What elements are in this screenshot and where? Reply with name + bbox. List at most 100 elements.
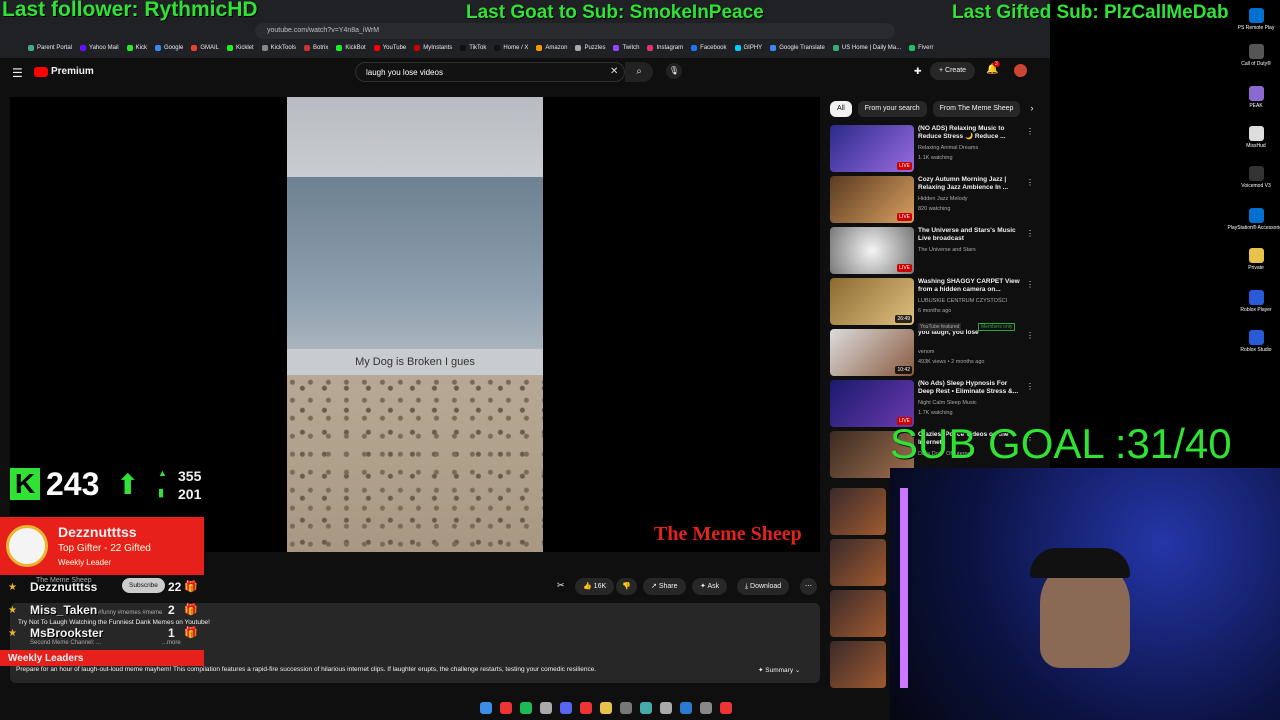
bookmark[interactable]: Puzzles [575, 45, 605, 51]
rec-thumbnail[interactable] [830, 539, 886, 586]
taskbar-app-icon[interactable] [660, 702, 672, 714]
create-button[interactable]: + Create [930, 62, 976, 80]
rec-title[interactable]: Washing SHAGGY CARPET View from a hidden… [918, 278, 1024, 294]
desktop-icon-label: Roblox Player [1240, 307, 1272, 313]
bookmark[interactable]: Parent Portal [28, 45, 72, 51]
recommendation-item[interactable]: (NO ADS) Relaxing Music to Reduce Stress… [830, 125, 1034, 173]
desktop-icon[interactable]: Private [1226, 248, 1280, 271]
recommendation-item[interactable]: Cozy Autumn Morning Jazz | Relaxing Jazz… [830, 176, 1034, 224]
rec-title[interactable]: (NO ADS) Relaxing Music to Reduce Stress… [918, 125, 1024, 141]
desktop-icon[interactable]: PEAK [1226, 86, 1280, 109]
desktop-icon[interactable]: PS Remote Play [1226, 8, 1280, 31]
bookmark[interactable]: Google [154, 45, 183, 51]
chip-all[interactable]: All [830, 101, 852, 117]
bookmark[interactable]: MyInstants [414, 45, 452, 51]
taskbar-app-icon[interactable] [480, 702, 492, 714]
taskbar-app-icon[interactable] [640, 702, 652, 714]
rec-menu-icon[interactable]: ⋮ [1026, 331, 1034, 340]
rec-channel[interactable]: venom [918, 349, 935, 355]
bookmark[interactable]: KickTools [261, 45, 296, 51]
leader-count: 2 [168, 603, 175, 617]
search-input[interactable]: laugh you lose videos [355, 62, 625, 82]
bookmark[interactable]: Home / X [494, 45, 528, 51]
leader-count: 22 [168, 580, 182, 594]
summary-button[interactable]: ✦ Summary ⌄ [758, 666, 800, 674]
rec-title[interactable]: (No Ads) Sleep Hypnosis For Deep Rest • … [918, 380, 1024, 396]
desktop-icon[interactable]: Roblox Studio [1226, 330, 1280, 353]
taskbar-app-icon[interactable] [700, 702, 712, 714]
more-actions-button[interactable]: ⋯ [800, 578, 817, 595]
chevron-right-icon[interactable]: › [1026, 101, 1037, 117]
bookmark[interactable]: GMAIL [191, 45, 219, 51]
rec-menu-icon[interactable]: ⋮ [1026, 229, 1034, 238]
rec-title[interactable]: The Universe and Stars's Music Live broa… [918, 227, 1024, 243]
taskbar-app-icon[interactable] [580, 702, 592, 714]
bookmark[interactable]: Yahoo Mail [80, 45, 119, 51]
recommendation-item[interactable]: Washing SHAGGY CARPET View from a hidden… [830, 278, 1034, 326]
taskbar-app-icon[interactable] [620, 702, 632, 714]
rec-menu-icon[interactable]: ⋮ [1026, 178, 1034, 187]
bookmark[interactable]: Google Translate [770, 45, 825, 51]
mic-icon[interactable]: 🎙 [666, 63, 682, 79]
avatar[interactable] [1014, 64, 1027, 77]
chip-from-search[interactable]: From your search [857, 101, 927, 117]
address-bar[interactable]: youtube.com/watch?v=Y4n8a_iWrM [255, 23, 895, 39]
taskbar-app-icon[interactable] [720, 702, 732, 714]
kick-logo-icon: K [10, 468, 40, 500]
taskbar-app-icon[interactable] [560, 702, 572, 714]
bookmark[interactable]: TikTok [460, 45, 486, 51]
menu-icon[interactable]: ☰ [12, 66, 23, 80]
chip-from-channel[interactable]: From The Meme Sheep [932, 101, 1021, 117]
desktop-icon[interactable]: Roblox Player [1226, 290, 1280, 313]
bookmark[interactable]: US Home | Daily Ma... [832, 45, 901, 51]
rec-thumbnail[interactable] [830, 488, 886, 535]
search-icon[interactable]: ⌕ [625, 62, 653, 82]
bookmark[interactable]: Botrix [304, 45, 328, 51]
rec-channel[interactable]: Night Calm Sleep Music [918, 400, 977, 406]
desktop-icon[interactable]: Voicemod V3 [1226, 166, 1280, 189]
dislike-button[interactable]: 👎 [616, 578, 637, 595]
rec-channel[interactable]: Hidden Jazz Melody [918, 196, 968, 202]
rec-menu-icon[interactable]: ⋮ [1026, 280, 1034, 289]
desktop-icon[interactable]: Call of Duty® [1226, 44, 1280, 67]
bookmark[interactable]: Fiverr [909, 45, 933, 51]
youtube-logo[interactable]: Premium [34, 66, 94, 77]
rec-channel[interactable]: The Universe and Stars [918, 247, 976, 253]
recommendation-item[interactable]: you laugh, you lose venom 493K views • 2… [830, 329, 1034, 377]
ask-button[interactable]: ✦ Ask [692, 578, 728, 595]
bookmark[interactable]: GIPHY [734, 45, 762, 51]
bookmark[interactable]: YouTube [373, 45, 406, 51]
share-button[interactable]: ↗ Share [643, 578, 686, 595]
video-frame[interactable]: My Dog is Broken I gues [287, 97, 543, 552]
rec-title[interactable]: Cozy Autumn Morning Jazz | Relaxing Jazz… [918, 176, 1024, 192]
bookmark[interactable]: Kicklet [226, 45, 254, 51]
rec-menu-icon[interactable]: ⋮ [1026, 382, 1034, 391]
bookmark[interactable]: Twitch [613, 45, 639, 51]
taskbar-app-icon[interactable] [500, 702, 512, 714]
download-button[interactable]: ⤓ Download [737, 578, 790, 595]
desktop-icon[interactable]: MissHud [1226, 126, 1280, 149]
thanks-icon[interactable]: ✂ [557, 580, 565, 591]
desktop-icon[interactable]: PlayStation® Accessories [1226, 208, 1280, 231]
cast-icon[interactable]: ✚ [914, 66, 922, 77]
taskbar-app-icon[interactable] [600, 702, 612, 714]
bookmark[interactable]: Amazon [536, 45, 567, 51]
rec-channel[interactable]: LUBUSKIE CENTRUM CZYSTOŚCI [918, 298, 1007, 304]
bookmark[interactable]: Facebook [691, 45, 727, 51]
rec-thumbnail[interactable] [830, 590, 886, 637]
taskbar-app-icon[interactable] [680, 702, 692, 714]
rec-thumbnail[interactable] [830, 641, 886, 688]
bookmark[interactable]: KickBot [336, 45, 366, 51]
gifter-badge-icon [6, 525, 48, 567]
like-button[interactable]: 👍 16K [575, 578, 615, 595]
clear-search-icon[interactable]: ✕ [610, 66, 618, 77]
taskbar-app-icon[interactable] [520, 702, 532, 714]
bookmark[interactable]: Instagram [647, 45, 683, 51]
rec-menu-icon[interactable]: ⋮ [1026, 127, 1034, 136]
streamer-cap [1030, 548, 1130, 578]
bookmark-label: TikTok [469, 45, 487, 51]
taskbar-app-icon[interactable] [540, 702, 552, 714]
rec-channel[interactable]: Relaxing Animal Dreams [918, 145, 978, 151]
recommendation-item[interactable]: The Universe and Stars's Music Live broa… [830, 227, 1034, 275]
bookmark[interactable]: Kick [126, 45, 147, 51]
